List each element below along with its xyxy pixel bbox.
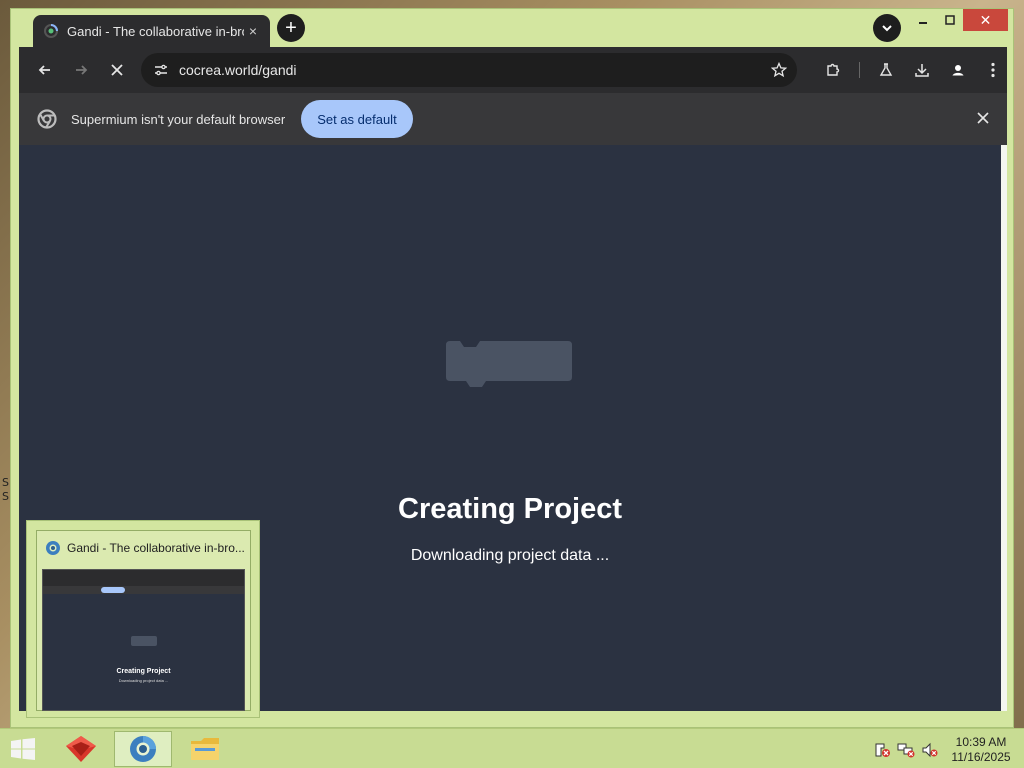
tab-search-button[interactable]	[873, 14, 901, 42]
close-icon	[111, 64, 123, 76]
flask-icon	[879, 63, 893, 76]
taskbar-browser-app[interactable]	[114, 731, 172, 767]
chevron-down-icon	[882, 25, 892, 32]
infobar-message: Supermium isn't your default browser	[71, 111, 286, 127]
loading-block-icon	[446, 341, 572, 387]
taskbar-gandi-app[interactable]	[52, 731, 110, 767]
maximize-icon	[945, 15, 955, 25]
taskbar: 10:39 AM 11/16/2025	[0, 728, 1024, 768]
maximize-button[interactable]	[937, 9, 963, 31]
thumbnail-title: Gandi - The collaborative in-bro...	[45, 540, 245, 556]
arrow-left-icon	[38, 65, 50, 75]
downloads-button[interactable]	[908, 56, 936, 84]
browser-logo-icon	[33, 109, 61, 129]
desktop-text-fragment: S	[2, 476, 9, 489]
puzzle-icon	[827, 63, 840, 76]
toolbar-separator	[859, 62, 860, 78]
windows-logo-icon	[11, 738, 35, 760]
loading-spinner-icon	[44, 24, 58, 38]
clock-time: 10:39 AM	[955, 735, 1007, 749]
menu-button[interactable]	[979, 56, 1007, 84]
browser-logo-icon	[46, 541, 60, 555]
title-bar: Gandi - The collaborative in-bro × + ✕	[11, 9, 1013, 47]
gandi-logo-icon	[66, 736, 96, 762]
person-icon	[949, 61, 967, 79]
taskbar-thumbnail-preview[interactable]: Gandi - The collaborative in-bro... Crea…	[26, 520, 260, 718]
browser-logo-icon	[130, 736, 156, 762]
volume-muted-icon[interactable]	[921, 741, 939, 759]
new-tab-button[interactable]: +	[277, 14, 305, 42]
stop-loading-button[interactable]	[103, 56, 131, 84]
thumbnail-accent-button	[101, 587, 125, 593]
desktop-text-fragment: S	[2, 490, 9, 503]
thumbnail-frame: Gandi - The collaborative in-bro... Crea…	[36, 530, 251, 711]
bookmark-star-icon[interactable]	[761, 62, 797, 78]
default-browser-infobar: Supermium isn't your default browser Set…	[19, 93, 1007, 145]
back-button[interactable]	[31, 56, 59, 84]
scrollbar-track[interactable]	[1001, 145, 1007, 711]
thumbnail-title-text: Gandi - The collaborative in-bro...	[67, 541, 245, 555]
tab-close-icon[interactable]: ×	[244, 23, 262, 39]
download-icon	[915, 64, 929, 77]
clock-date: 11/16/2025	[951, 750, 1011, 764]
kebab-menu-icon	[991, 62, 995, 78]
start-button[interactable]	[6, 735, 40, 763]
extensions-button[interactable]	[819, 56, 847, 84]
url-text[interactable]: cocrea.world/gandi	[177, 62, 761, 78]
browser-toolbar: cocrea.world/gandi	[19, 47, 1007, 93]
thumbnail-status: Downloading project data ...	[118, 678, 169, 683]
taskbar-file-explorer[interactable]	[176, 731, 234, 767]
minimize-icon	[919, 22, 927, 24]
folder-icon	[191, 738, 219, 760]
thumbnail-block-icon	[131, 636, 157, 646]
set-as-default-button[interactable]: Set as default	[301, 100, 413, 138]
infobar-close-icon[interactable]	[973, 108, 993, 128]
thumbnail-heading: Creating Project	[116, 668, 171, 675]
network-icon[interactable]	[897, 741, 915, 759]
address-bar[interactable]: cocrea.world/gandi	[141, 53, 797, 87]
action-center-icon[interactable]	[873, 741, 891, 759]
window-close-button[interactable]: ✕	[963, 9, 1008, 31]
thumbnail-infobar	[43, 586, 244, 594]
browser-tab[interactable]: Gandi - The collaborative in-bro ×	[33, 15, 270, 47]
minimize-button[interactable]	[909, 9, 937, 31]
arrow-right-icon	[76, 65, 88, 75]
site-settings-icon[interactable]	[145, 62, 177, 78]
system-clock[interactable]: 10:39 AM 11/16/2025	[946, 735, 1016, 765]
profile-button[interactable]	[944, 56, 972, 84]
forward-button[interactable]	[67, 56, 95, 84]
tab-title: Gandi - The collaborative in-bro	[67, 23, 244, 39]
labs-button[interactable]	[872, 56, 900, 84]
thumbnail-screenshot: Creating Project Downloading project dat…	[42, 569, 245, 711]
